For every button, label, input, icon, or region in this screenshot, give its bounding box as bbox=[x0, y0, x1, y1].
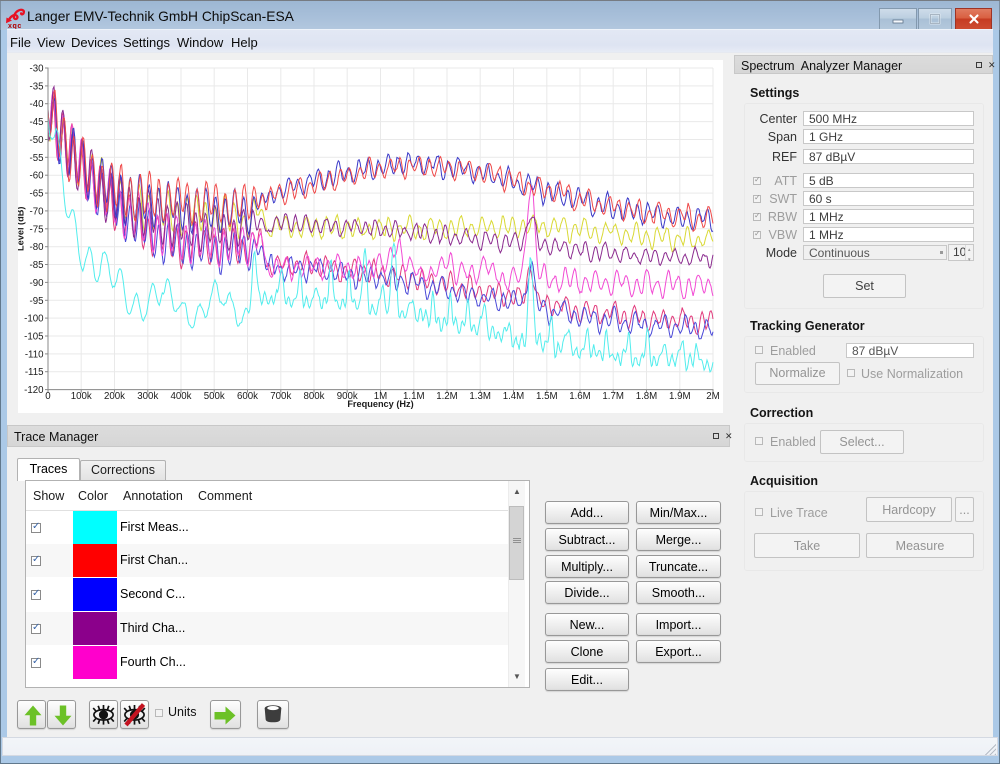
svg-text:-70: -70 bbox=[29, 206, 44, 217]
svg-text:1.3M: 1.3M bbox=[469, 391, 491, 402]
svg-text:-110: -110 bbox=[25, 349, 44, 360]
svg-text:-120: -120 bbox=[24, 385, 44, 396]
svg-text:800k: 800k bbox=[303, 391, 324, 402]
svg-text:200k: 200k bbox=[104, 391, 125, 402]
svg-text:1.5M: 1.5M bbox=[536, 391, 558, 402]
svg-text:1.8M: 1.8M bbox=[636, 391, 658, 402]
svg-text:-55: -55 bbox=[29, 153, 43, 164]
svg-text:xqc: xqc bbox=[8, 23, 22, 30]
svg-text:100k: 100k bbox=[71, 391, 92, 402]
svg-text:-35: -35 bbox=[29, 81, 43, 92]
svg-text:500k: 500k bbox=[204, 391, 225, 402]
svg-text:700k: 700k bbox=[270, 391, 291, 402]
svg-text:-80: -80 bbox=[29, 242, 44, 253]
svg-text:400k: 400k bbox=[170, 391, 191, 402]
svg-text:300k: 300k bbox=[137, 391, 158, 402]
svg-text:-30: -30 bbox=[29, 64, 44, 75]
svg-text:-60: -60 bbox=[29, 171, 44, 182]
svg-text:-75: -75 bbox=[29, 224, 43, 235]
svg-text:-85: -85 bbox=[29, 260, 43, 271]
svg-text:1.7M: 1.7M bbox=[602, 391, 624, 402]
svg-text:-45: -45 bbox=[29, 117, 43, 128]
svg-text:0: 0 bbox=[45, 391, 51, 402]
svg-text:Frequency (Hz): Frequency (Hz) bbox=[347, 399, 413, 409]
svg-text:-65: -65 bbox=[29, 189, 43, 200]
svg-text:Level (dB): Level (dB) bbox=[18, 207, 26, 251]
svg-text:1.2M: 1.2M bbox=[436, 391, 458, 402]
svg-text:2M: 2M bbox=[706, 391, 719, 402]
svg-text:-105: -105 bbox=[24, 332, 43, 343]
svg-text:-40: -40 bbox=[29, 99, 44, 110]
svg-text:-95: -95 bbox=[29, 296, 43, 307]
svg-text:-50: -50 bbox=[29, 135, 44, 146]
svg-text:600k: 600k bbox=[237, 391, 258, 402]
svg-text:1.9M: 1.9M bbox=[669, 391, 691, 402]
svg-text:1.6M: 1.6M bbox=[569, 391, 591, 402]
svg-text:-100: -100 bbox=[24, 314, 44, 325]
svg-text:-115: -115 bbox=[25, 367, 44, 378]
svg-text:1.4M: 1.4M bbox=[503, 391, 525, 402]
svg-text:-90: -90 bbox=[29, 278, 44, 289]
